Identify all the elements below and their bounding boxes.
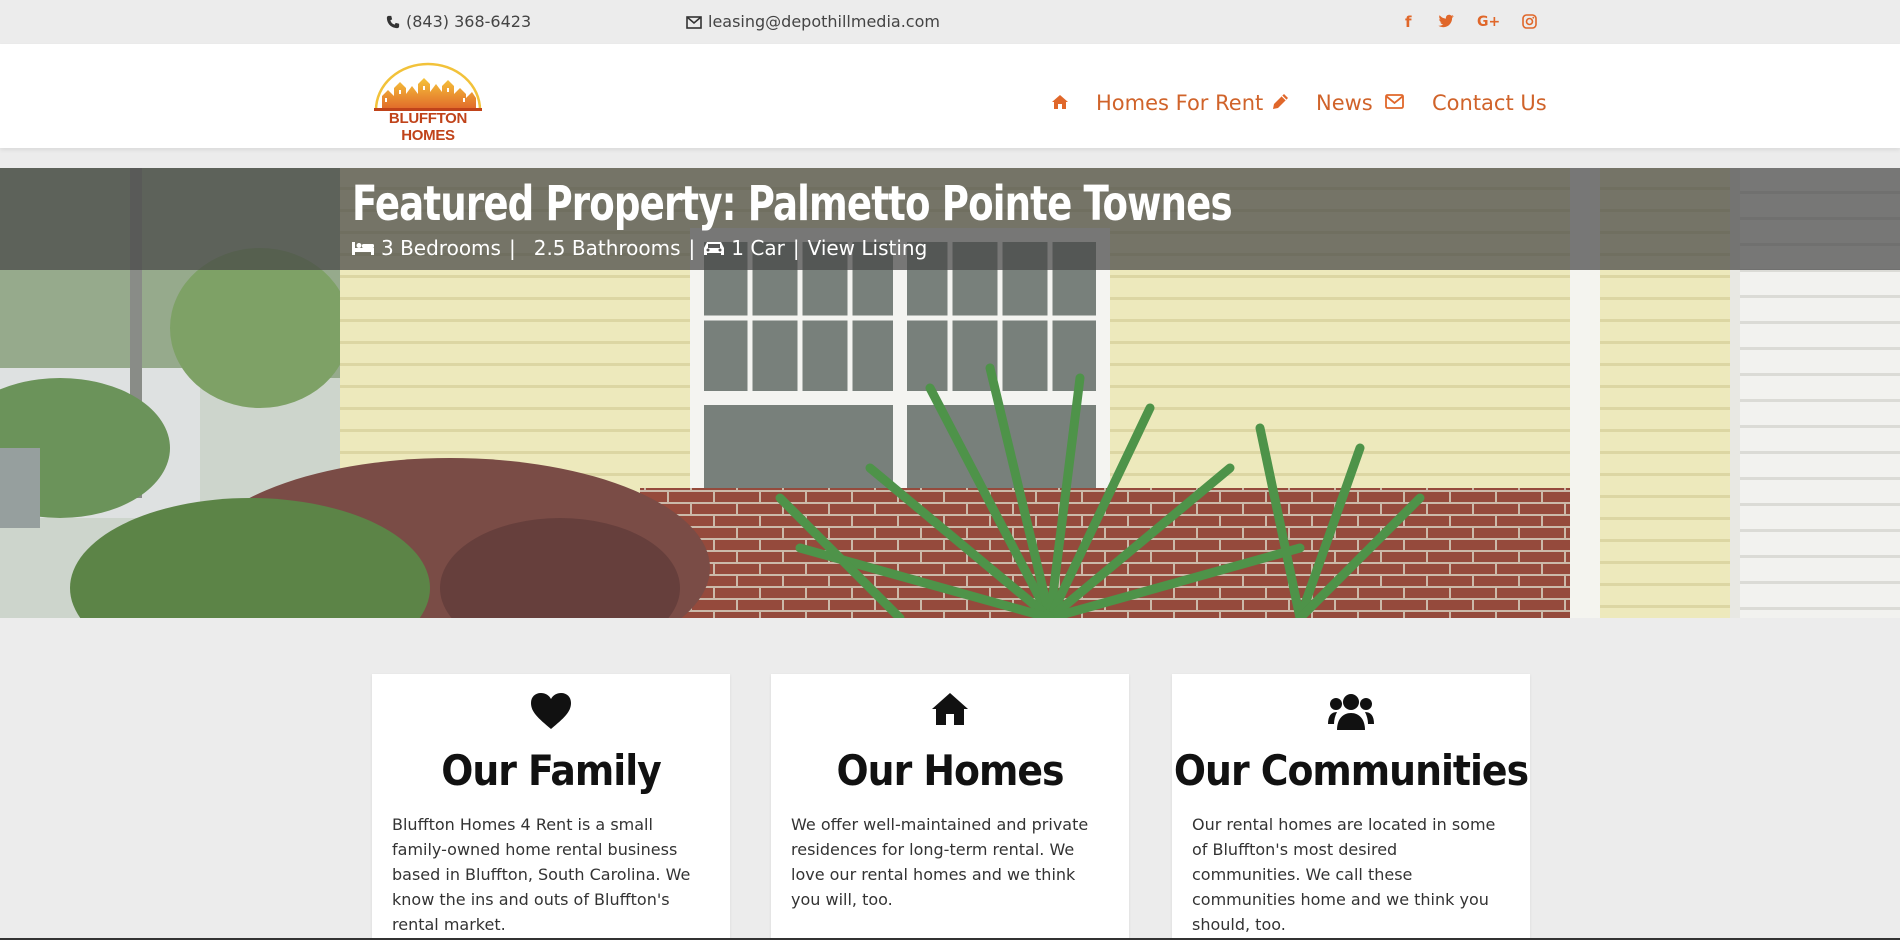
bed-icon xyxy=(352,242,374,255)
phone-icon xyxy=(386,15,400,29)
pencil-icon xyxy=(1273,94,1288,109)
top-bar: (843) 368-6423 leasing@depothillmedia.co… xyxy=(0,0,1900,44)
phone-number: (843) 368-6423 xyxy=(406,12,532,31)
feature-card-family: Our Family Bluffton Homes 4 Rent is a sm… xyxy=(372,674,730,940)
main-navbar: BLUFFTON HOMES Homes For Rent News Conta… xyxy=(0,44,1900,148)
car-count: 1 Car xyxy=(731,236,785,260)
card-text: Our rental homes are located in some of … xyxy=(1192,815,1496,934)
featured-property-title[interactable]: Featured Property: Palmetto Pointe Towne… xyxy=(352,176,1233,232)
nav-item-homes-for-rent[interactable]: Homes For Rent xyxy=(1096,91,1263,115)
logo-text: BLUFFTON HOMES xyxy=(388,110,468,144)
email-address: leasing@depothillmedia.com xyxy=(708,12,940,31)
users-icon xyxy=(1328,694,1374,730)
featured-property-hero[interactable]: Featured Property: Palmetto Pointe Towne… xyxy=(0,168,1900,618)
envelope-icon xyxy=(686,15,702,29)
view-listing-link[interactable]: View Listing xyxy=(808,236,928,260)
separator: | xyxy=(508,236,516,260)
email-contact[interactable]: leasing@depothillmedia.com xyxy=(686,0,940,44)
home-icon xyxy=(1052,95,1068,109)
feature-card-homes: Our Homes We offer well-maintained and p… xyxy=(771,674,1129,940)
site-logo[interactable]: BLUFFTON HOMES xyxy=(366,62,490,144)
logo-graphic xyxy=(374,62,482,111)
phone-contact[interactable]: (843) 368-6423 xyxy=(386,0,531,44)
card-title: Our Communities xyxy=(1173,746,1529,795)
separator: | xyxy=(688,236,696,260)
nav-item-contact-us[interactable]: Contact Us xyxy=(1432,91,1547,115)
instagram-icon[interactable] xyxy=(1522,14,1537,29)
card-title: Our Homes xyxy=(836,746,1065,795)
card-text: Bluffton Homes 4 Rent is a small family-… xyxy=(392,815,691,934)
facebook-icon[interactable]: f xyxy=(1405,13,1412,31)
car-icon xyxy=(704,241,725,255)
bedrooms-count: 3 Bedrooms xyxy=(381,236,501,260)
separator: | xyxy=(792,236,800,260)
google-plus-icon[interactable]: G+ xyxy=(1477,13,1500,31)
card-title: Our Family xyxy=(441,746,662,795)
card-text: We offer well-maintained and private res… xyxy=(791,815,1089,909)
envelope-icon xyxy=(1385,94,1404,109)
nav-item-news[interactable]: News xyxy=(1316,91,1373,115)
home-icon xyxy=(932,693,968,725)
twitter-icon[interactable] xyxy=(1438,14,1454,28)
featured-property-details: 3 Bedrooms | 2.5 Bathrooms | 1 Car | Vie… xyxy=(351,234,927,262)
heart-icon xyxy=(531,693,571,729)
bathrooms-count: 2.5 Bathrooms xyxy=(533,236,681,260)
feature-card-communities: Our Communities Our rental homes are loc… xyxy=(1172,674,1530,940)
